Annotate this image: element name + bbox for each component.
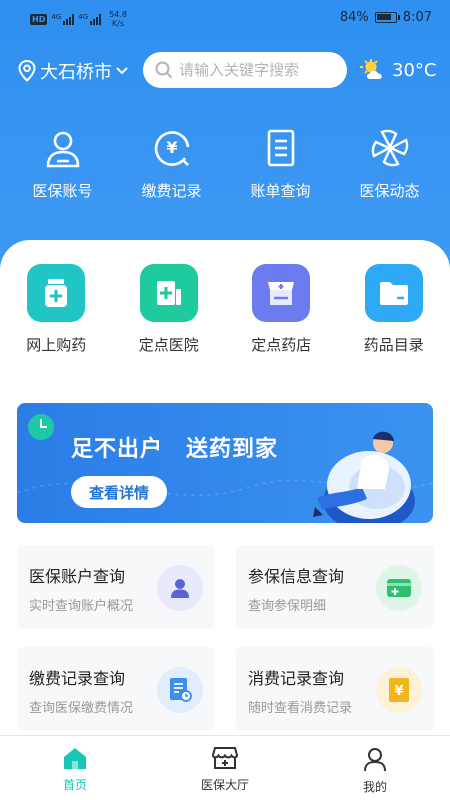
medicine-bottle-icon <box>27 264 86 322</box>
yuan-receipt-icon: ¥ <box>376 667 422 713</box>
status-bar: HD 4G 4G 54.8 K/s 84% 8:07 <box>0 0 450 36</box>
quick-action-label: 账单查询 <box>250 182 311 200</box>
card-account-query[interactable]: 医保账户查询 实时查询账户概况 <box>17 545 215 629</box>
yuan-clock-icon: ¥ <box>154 131 189 166</box>
clock: 8:07 <box>402 10 432 25</box>
quick-action-label: 医保账号 <box>32 182 93 200</box>
card-title: 缴费记录查询 <box>29 669 126 688</box>
card-subtitle: 随时查看消费记录 <box>248 701 353 716</box>
sun-cloud-icon <box>360 59 382 79</box>
temperature: 30°C <box>392 59 437 81</box>
card-plus-icon <box>376 565 422 611</box>
store-icon <box>212 747 238 769</box>
profile-icon <box>364 748 386 772</box>
chevron-down-icon <box>116 67 128 75</box>
service-label: 定点医院 <box>138 336 199 354</box>
bill-icon <box>267 129 294 167</box>
folder-icon <box>364 264 423 322</box>
quick-action-bills[interactable]: 账单查询 <box>226 128 335 201</box>
svg-text:¥: ¥ <box>394 684 403 699</box>
city-selector[interactable]: 大石桥市 <box>18 58 128 84</box>
document-clock-icon <box>157 667 203 713</box>
search-icon <box>155 61 173 79</box>
card-title: 医保账户查询 <box>29 567 126 586</box>
service-label: 药品目录 <box>363 336 424 354</box>
network-speed: 54.8 K/s <box>109 10 127 28</box>
card-subtitle: 查询医保缴费情况 <box>29 701 134 716</box>
search-bar[interactable] <box>143 52 347 88</box>
card-title: 参保信息查询 <box>248 567 345 586</box>
pharmacy-icon <box>252 264 311 322</box>
hospital-icon <box>139 264 198 322</box>
signal-icon: 4G <box>78 13 102 25</box>
quick-action-account[interactable]: 医保账号 <box>8 128 117 201</box>
svg-text:¥: ¥ <box>166 138 177 157</box>
service-grid: 网上购药 定点医院 定点药店 药品目录 <box>0 264 450 355</box>
quick-action-label: 医保动态 <box>359 182 420 200</box>
service-label: 定点药店 <box>251 336 312 354</box>
tab-label: 医保大厅 <box>200 778 249 792</box>
tab-label: 首页 <box>62 778 87 792</box>
home-icon <box>64 748 86 769</box>
promo-banner[interactable]: 足不出户 送药到家 查看详情 <box>17 403 433 523</box>
signal-icon: 4G <box>51 13 75 25</box>
hd-badge: HD <box>30 13 48 25</box>
quick-action-payments[interactable]: ¥ 缴费记录 <box>117 128 226 201</box>
card-payment-records[interactable]: 缴费记录查询 查询医保缴费情况 <box>17 647 215 731</box>
card-consumption-records[interactable]: 消费记录查询 随时查看消费记录 ¥ <box>236 647 434 731</box>
top-bar: 大石桥市 30°C <box>0 52 450 88</box>
quick-action-news[interactable]: 医保动态 <box>335 128 444 201</box>
banner-title: 足不出户 送药到家 <box>71 437 279 462</box>
battery-percent: 84% <box>339 10 369 25</box>
service-drug-catalog[interactable]: 药品目录 <box>338 264 450 355</box>
service-online-pharmacy[interactable]: 网上购药 <box>0 264 113 355</box>
view-details-button[interactable]: 查看详情 <box>71 476 167 508</box>
person-icon <box>157 565 203 611</box>
card-subtitle: 实时查询账户概况 <box>29 599 134 614</box>
service-designated-pharmacy[interactable]: 定点药店 <box>225 264 338 355</box>
tab-label: 我的 <box>362 780 387 794</box>
tab-mine[interactable]: 我的 <box>300 736 450 800</box>
quick-action-label: 缴费记录 <box>141 182 202 200</box>
service-designated-hospital[interactable]: 定点医院 <box>113 264 226 355</box>
card-subtitle: 查询参保明细 <box>248 599 327 614</box>
search-input[interactable] <box>179 61 339 79</box>
location-pin-icon <box>18 60 36 82</box>
quick-actions: 医保账号 ¥ 缴费记录 账单查询 医保动态 <box>0 128 450 201</box>
service-label: 网上购药 <box>26 336 87 354</box>
card-title: 消费记录查询 <box>248 669 345 688</box>
tab-service-hall[interactable]: 医保大厅 <box>150 736 300 800</box>
user-icon <box>46 131 79 168</box>
bottom-tab-bar: 首页 医保大厅 我的 <box>0 735 450 800</box>
pinwheel-icon <box>371 129 408 167</box>
city-name: 大石桥市 <box>40 62 112 83</box>
card-insurance-info[interactable]: 参保信息查询 查询参保明细 <box>236 545 434 629</box>
tab-home[interactable]: 首页 <box>0 736 150 800</box>
weather: 30°C <box>360 58 436 82</box>
battery-icon <box>374 12 400 23</box>
